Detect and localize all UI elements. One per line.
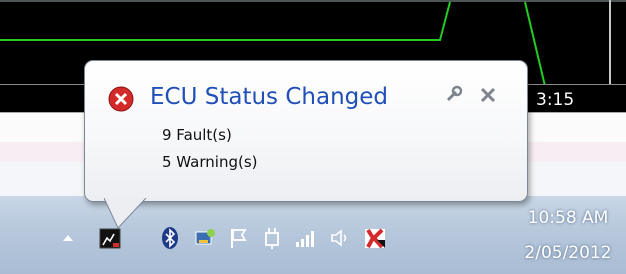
chart-series-line xyxy=(0,1,451,41)
balloon-tail xyxy=(104,198,147,229)
notification-title: ECU Status Changed xyxy=(150,84,388,110)
error-icon xyxy=(108,86,134,112)
axis-tick-label: 3:15 xyxy=(536,90,575,110)
wrench-icon[interactable] xyxy=(442,84,464,106)
show-hidden-icons-arrow-icon[interactable] xyxy=(56,226,80,250)
warning-count-text: 5 Warning(s) xyxy=(162,153,258,171)
volume-icon[interactable] xyxy=(328,226,352,250)
power-plug-icon[interactable] xyxy=(259,226,283,250)
network-sharing-icon[interactable] xyxy=(193,226,217,250)
signal-bars-icon[interactable] xyxy=(293,226,317,250)
close-icon[interactable] xyxy=(479,86,497,104)
action-center-flag-icon[interactable] xyxy=(226,226,250,250)
clock-time[interactable]: 10:58 AM xyxy=(513,208,623,228)
chart-series-line-2 xyxy=(524,1,546,87)
antivirus-icon[interactable] xyxy=(363,226,387,250)
fault-count-text: 9 Fault(s) xyxy=(162,126,232,144)
clock-date[interactable]: 2/05/2012 xyxy=(513,243,623,263)
notification-balloon[interactable] xyxy=(84,60,528,202)
